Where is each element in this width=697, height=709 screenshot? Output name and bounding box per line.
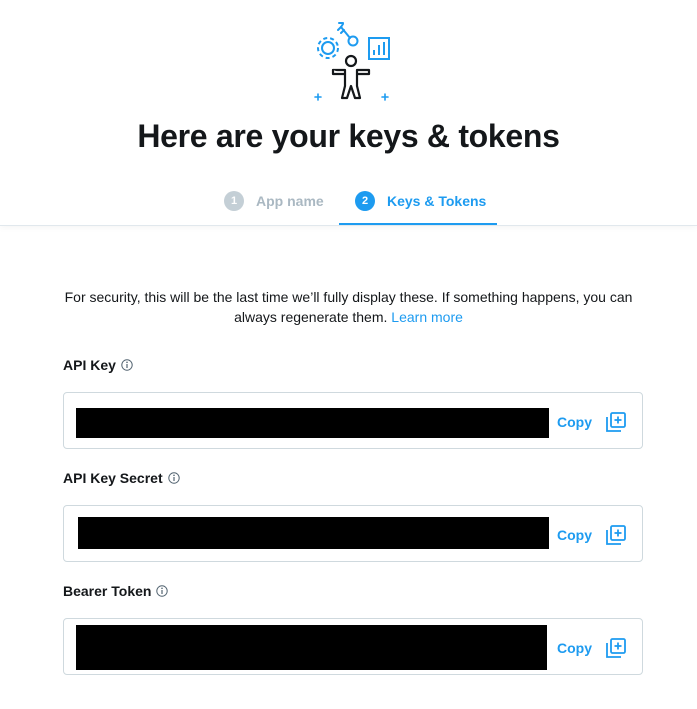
step-keys-tokens[interactable]: 2 Keys & Tokens xyxy=(355,191,486,226)
copy-api-key-secret-button[interactable]: Copy xyxy=(557,506,627,563)
copy-bearer-token-button[interactable]: Copy xyxy=(557,619,627,676)
field-label-text: API Key Secret xyxy=(63,470,163,486)
security-notice: For security, this will be the last time… xyxy=(50,287,647,327)
redacted-bearer-token-value xyxy=(76,625,547,670)
page-title: Here are your keys & tokens xyxy=(137,118,560,154)
bearer-token-field: Copy xyxy=(63,618,643,675)
info-icon[interactable] xyxy=(167,472,180,484)
api-key-secret-label: API Key Secret xyxy=(63,470,180,486)
redacted-api-key-secret-value xyxy=(78,517,549,549)
step-number-badge: 1 xyxy=(224,191,244,211)
api-key-field: Copy xyxy=(63,392,643,449)
api-key-secret-field: Copy xyxy=(63,505,643,562)
copy-api-key-button[interactable]: Copy xyxy=(557,393,627,450)
copy-label: Copy xyxy=(557,413,592,430)
security-notice-text: For security, this will be the last time… xyxy=(64,289,633,325)
info-icon[interactable] xyxy=(156,585,169,597)
active-step-underline xyxy=(339,223,497,225)
copy-icon xyxy=(606,637,626,658)
step-label: App name xyxy=(256,193,324,209)
learn-more-link[interactable]: Learn more xyxy=(391,309,463,325)
step-label: Keys & Tokens xyxy=(387,193,487,209)
page-header: Here are your keys & tokens 1 App name 2… xyxy=(0,0,697,226)
copy-icon xyxy=(606,524,626,545)
info-icon[interactable] xyxy=(121,359,133,371)
copy-label: Copy xyxy=(557,526,592,543)
step-number-badge: 2 xyxy=(355,191,375,211)
copy-label: Copy xyxy=(557,639,592,656)
step-app-name[interactable]: 1 App name xyxy=(224,191,324,226)
field-label-text: Bearer Token xyxy=(63,583,152,599)
stepper: 1 App name 2 Keys & Tokens xyxy=(0,191,697,226)
redacted-api-key-value xyxy=(76,408,549,438)
field-label-text: API Key xyxy=(63,357,116,373)
bearer-token-label: Bearer Token xyxy=(63,583,169,599)
copy-icon xyxy=(606,411,626,432)
developer-keys-illustration-icon xyxy=(314,22,390,101)
api-key-label: API Key xyxy=(63,357,133,373)
